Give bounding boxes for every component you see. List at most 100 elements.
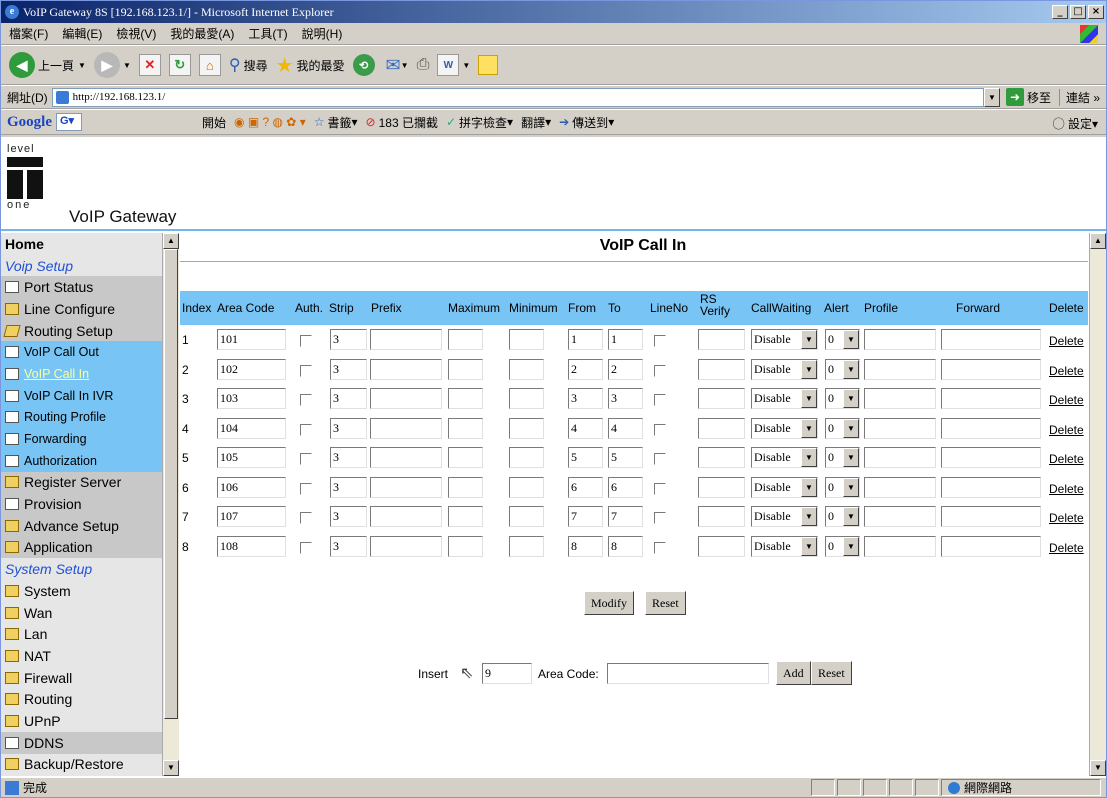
sidebar-item-voip-call-in-ivr[interactable]: VoIP Call In IVR [1,384,162,407]
minimum-input[interactable] [509,329,544,350]
minimum-input[interactable] [509,358,544,380]
google-settings[interactable]: ◯ 設定▾ [1053,115,1098,132]
rs-verify-input[interactable] [698,506,745,527]
strip-input[interactable]: 3 [330,388,367,409]
callwaiting-select[interactable]: Disable ▼ [751,535,818,557]
sidebar-item-upnp[interactable]: UPnP [1,710,162,732]
minimize-button[interactable]: _ [1052,5,1068,19]
to-input[interactable]: 7 [608,506,643,527]
sidebar-item-line-configure[interactable]: Line Configure [1,298,162,320]
area-code-input[interactable]: 102 [217,358,286,380]
sidebar-item-firewall[interactable]: Firewall [1,666,162,689]
sidebar-item-routing-setup[interactable]: Routing Setup [1,319,162,342]
reset-button[interactable]: Reset [645,591,686,615]
sidebar-item-forwarding[interactable]: Forwarding [1,428,162,450]
from-input[interactable]: 8 [568,535,603,557]
sidebar-section-voip-setup[interactable]: Voip Setup [1,254,162,277]
menu-help[interactable]: 說明(H) [302,25,343,42]
insert-index-input[interactable]: 9 [482,663,532,684]
to-input[interactable]: 4 [608,417,643,439]
callwaiting-select[interactable]: Disable ▼ [751,506,818,527]
sidebar-item-lan[interactable]: Lan [1,623,162,646]
lineno-checkbox[interactable] [654,364,666,377]
lineno-checkbox[interactable] [654,541,666,554]
insert-area-code-input[interactable] [607,663,769,684]
strip-input[interactable]: 3 [330,329,367,350]
profile-input[interactable] [864,358,936,380]
rs-verify-input[interactable] [698,329,745,350]
sidebar-item-routing-profile[interactable]: Routing Profile [1,406,162,429]
sidebar-item-voip-call-in[interactable]: VoIP Call In [1,363,162,385]
favorites-button[interactable]: ★ 我的最愛 [276,53,345,78]
forward-input[interactable] [941,388,1041,409]
prefix-input[interactable] [370,506,442,527]
lineno-checkbox[interactable] [654,512,666,524]
search-button[interactable]: ⚲ 搜尋 [229,55,268,75]
callwaiting-select[interactable]: Disable ▼ [751,329,818,350]
rs-verify-input[interactable] [698,447,745,468]
sidebar-section-system-setup[interactable]: System Setup [1,558,162,580]
alert-select[interactable]: 0 ▼ [825,447,860,468]
prefix-input[interactable] [370,417,442,439]
google-search-box[interactable]: G▾ [56,113,82,131]
sidebar-item-application[interactable]: Application [1,536,162,559]
sidebar-item-system[interactable]: System [1,580,162,602]
delete-link[interactable]: Delete [1049,334,1084,348]
alert-select[interactable]: 0 ▼ [825,388,860,409]
auth-checkbox[interactable] [300,482,312,495]
delete-link[interactable]: Delete [1049,482,1084,496]
prefix-input[interactable] [370,358,442,380]
menu-favorites[interactable]: 我的最愛(A) [170,25,234,42]
maximum-input[interactable] [448,476,483,498]
insert-reset-button[interactable]: Reset [811,661,852,685]
auth-checkbox[interactable] [300,364,312,377]
maximum-input[interactable] [448,417,483,439]
strip-input[interactable]: 3 [330,506,367,527]
delete-link[interactable]: Delete [1049,511,1084,525]
alert-select[interactable]: 0 ▼ [825,417,860,439]
maximize-button[interactable]: □ [1070,5,1086,19]
sidebar-item-voip-call-out[interactable]: VoIP Call Out [1,341,162,364]
modify-button[interactable]: Modify [584,591,634,615]
profile-input[interactable] [864,476,936,498]
strip-input[interactable]: 3 [330,476,367,498]
prefix-input[interactable] [370,476,442,498]
callwaiting-select[interactable]: Disable ▼ [751,358,818,380]
minimum-input[interactable] [509,476,544,498]
auth-checkbox[interactable] [300,394,312,406]
auth-checkbox[interactable] [300,423,312,436]
to-input[interactable]: 2 [608,358,643,380]
address-dropdown-icon[interactable]: ▼ [983,87,1000,107]
profile-input[interactable] [864,388,936,409]
print-button[interactable]: ⎙ [417,56,430,74]
sidebar-item-nat[interactable]: NAT [1,645,162,667]
google-sendto[interactable]: ➔ 傳送到 ▾ [559,114,614,131]
area-code-input[interactable]: 108 [217,535,286,557]
alert-select[interactable]: 0 ▼ [825,506,860,527]
lineno-checkbox[interactable] [654,394,666,406]
profile-input[interactable] [864,506,936,527]
rs-verify-input[interactable] [698,476,745,498]
google-spellcheck[interactable]: ✓ 拼字檢查 ▾ [446,114,513,131]
scroll-thumb[interactable] [164,249,178,719]
menu-tools[interactable]: 工具(T) [248,25,287,42]
sidebar-item-advance-setup[interactable]: Advance Setup [1,514,162,537]
maximum-input[interactable] [448,506,483,527]
delete-link[interactable]: Delete [1049,423,1084,437]
to-input[interactable]: 3 [608,388,643,409]
profile-input[interactable] [864,535,936,557]
alert-select[interactable]: 0 ▼ [825,358,860,380]
rs-verify-input[interactable] [698,358,745,380]
history-button[interactable]: ⟲ [352,54,378,76]
edit-button[interactable]: W ▼ [437,54,470,76]
sidebar-item-home[interactable]: Home [1,233,162,255]
scroll-up-icon[interactable]: ▲ [163,233,179,249]
back-button[interactable]: ◀ 上一頁 ▼ [9,52,86,78]
home-button[interactable]: ⌂ [198,54,221,76]
auth-checkbox[interactable] [300,512,312,524]
alert-select[interactable]: 0 ▼ [825,535,860,557]
go-button[interactable]: ➜ 移至 [1005,88,1051,106]
strip-input[interactable]: 3 [330,358,367,380]
sidebar-item-wan[interactable]: Wan [1,601,162,624]
forward-input[interactable] [941,358,1041,380]
